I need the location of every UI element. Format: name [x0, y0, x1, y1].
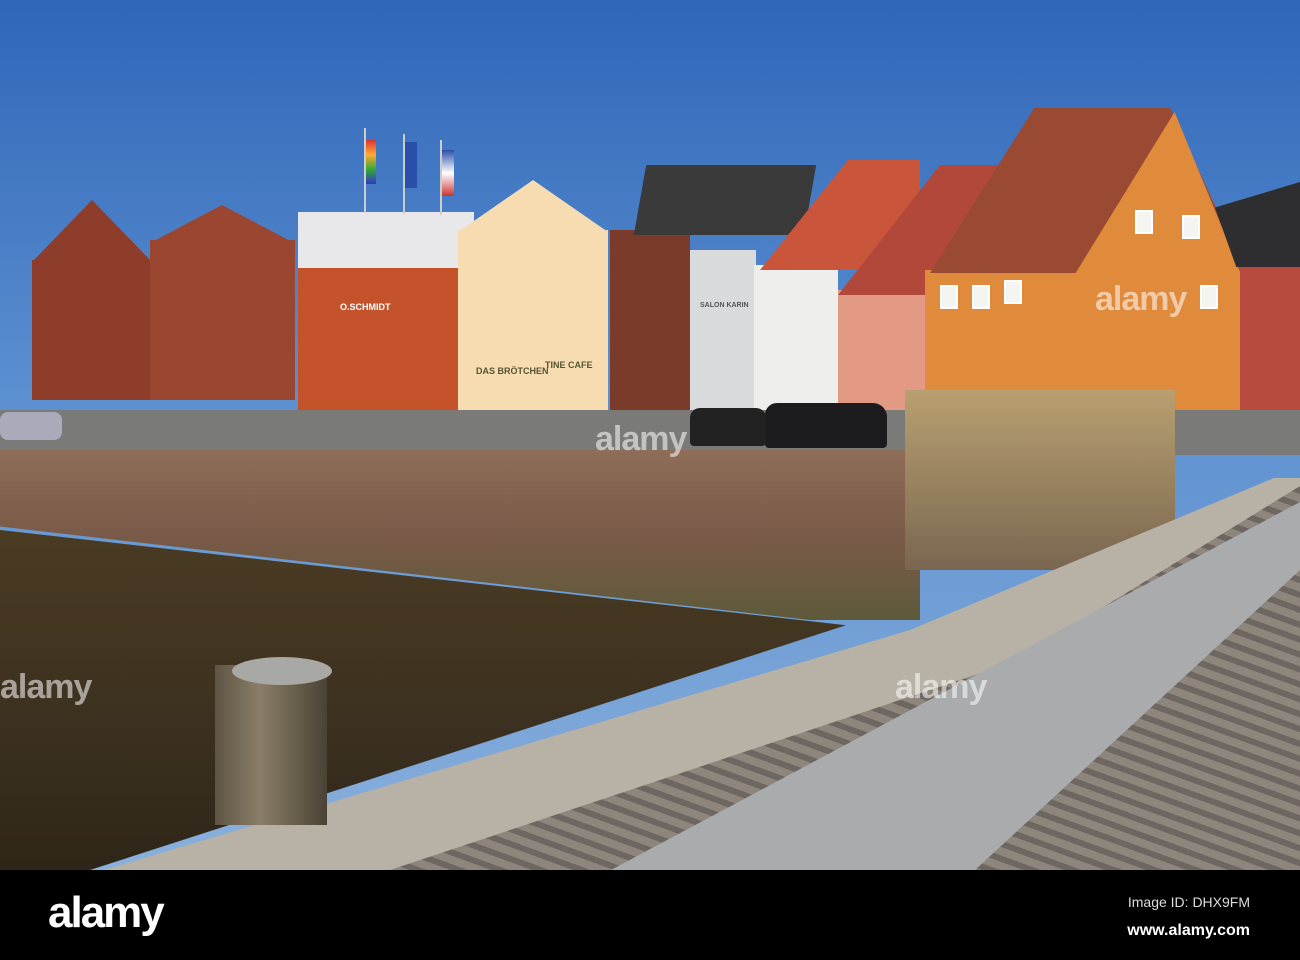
sign-broetchen: DAS BRÖTCHEN — [476, 366, 549, 376]
watermark: alamy — [0, 668, 92, 706]
car — [690, 408, 766, 446]
flag — [405, 142, 417, 188]
cream-gable — [458, 180, 608, 232]
sign-schmidt: O.SCHMIDT — [340, 302, 391, 312]
car — [0, 412, 62, 440]
wooden-bollard — [215, 665, 327, 825]
brick-house-2 — [150, 240, 295, 400]
sign-cafe: TINE CAFE — [545, 360, 593, 370]
window — [1004, 280, 1022, 304]
sign-salon: SALON KARIN — [700, 302, 749, 309]
brick-gable-2 — [150, 205, 294, 243]
flag — [442, 150, 454, 196]
window — [1200, 285, 1218, 309]
cream-house — [458, 230, 608, 410]
watermark: alamy — [595, 420, 687, 458]
teal-house — [610, 230, 690, 410]
alamy-logo: alamy — [48, 888, 165, 937]
watermark: alamy — [1095, 280, 1187, 318]
brick-house-left — [32, 260, 152, 400]
office-glass — [298, 212, 474, 268]
red-house-right — [1240, 265, 1300, 415]
harbor-photo: O.SCHMIDT DAS BRÖTCHEN TINE CAFE SALON K… — [0, 0, 1300, 870]
alamy-url: www.alamy.com — [1127, 922, 1250, 939]
dark-roof — [633, 165, 817, 235]
window — [1135, 210, 1153, 234]
grey-house — [690, 250, 756, 410]
footer-bar: alamy Image ID: DHX9FM www.alamy.com — [0, 870, 1300, 960]
white-house — [754, 265, 838, 410]
image-id: Image ID: DHX9FM — [1127, 894, 1250, 910]
window — [940, 285, 958, 309]
bollard-cap — [232, 657, 332, 685]
car — [765, 403, 887, 448]
flag — [366, 140, 376, 184]
brick-gable-left — [32, 200, 152, 262]
window — [972, 285, 990, 309]
window — [1182, 215, 1200, 239]
watermark: alamy — [895, 668, 987, 706]
